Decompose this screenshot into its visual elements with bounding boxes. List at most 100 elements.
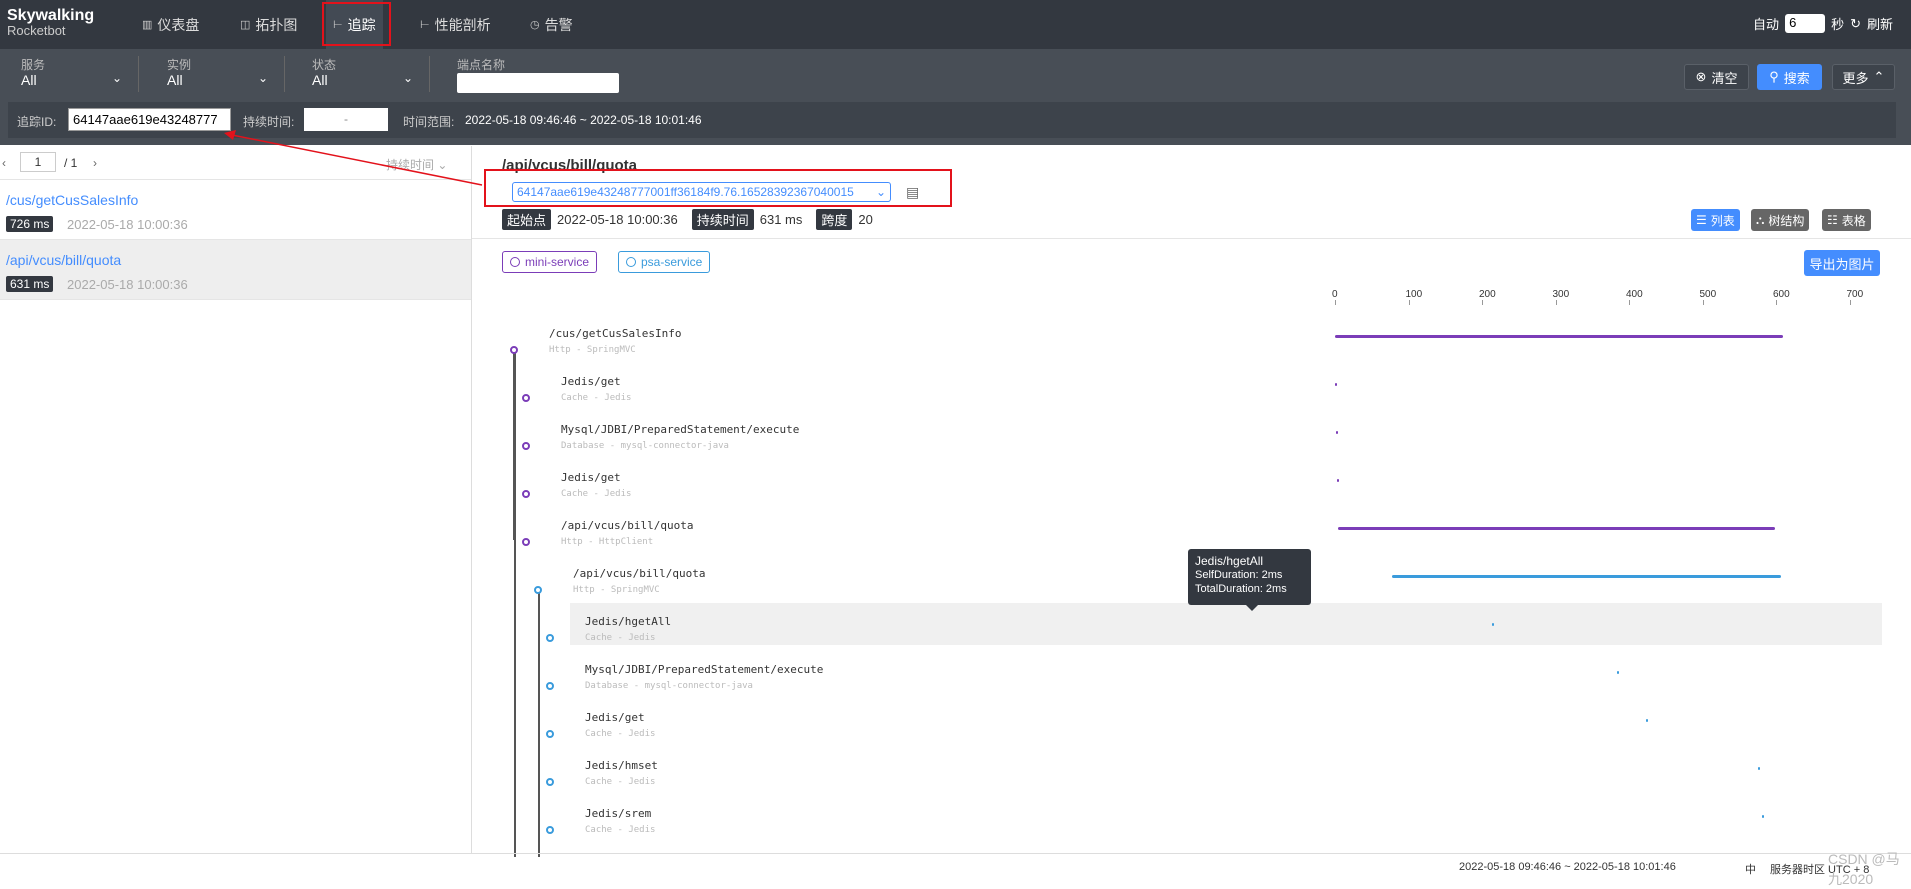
endpoint-label: 端点名称	[457, 58, 506, 72]
span-duration-bar[interactable]	[1336, 431, 1339, 434]
span-node-icon	[546, 826, 554, 834]
trace-item-time: 2022-05-18 10:00:36	[67, 277, 188, 292]
span-duration-bar[interactable]	[1762, 815, 1765, 818]
tree-icon: ⛬	[1756, 212, 1765, 227]
span-component: Database - mysql-connector-java	[585, 681, 753, 691]
alarm-icon: ◷	[530, 19, 540, 31]
span-row[interactable]: Jedis/hmset Cache - Jedis	[0, 747, 1911, 795]
start-tag: 起始点	[502, 209, 552, 230]
span-name: Mysql/JDBI/PreparedStatement/execute	[561, 423, 800, 436]
duration-label: 持续时间:	[243, 115, 295, 129]
nav-dashboard[interactable]: ▥ 仪表盘	[135, 0, 206, 49]
span-component: Cache - Jedis	[585, 825, 656, 835]
sort-select[interactable]: 持续时间 ⌄	[386, 156, 447, 173]
span-node-icon	[546, 634, 554, 642]
view-list-button[interactable]: ☰ 列表	[1691, 209, 1740, 231]
span-name: Mysql/JDBI/PreparedStatement/execute	[585, 663, 824, 676]
instance-label: 实例	[167, 58, 192, 72]
footer: 2022-05-18 09:46:46 ~ 2022-05-18 10:01:4…	[0, 853, 1911, 876]
span-tooltip: Jedis/hgetAll SelfDuration: 2ms TotalDur…	[1188, 549, 1311, 611]
nav-topology[interactable]: ◫ 拓扑图	[233, 0, 304, 49]
refresh-icon[interactable]: ↻	[1850, 16, 1861, 32]
more-button[interactable]: 更多 ⌃	[1832, 64, 1895, 90]
span-name: Jedis/hmset	[585, 759, 658, 772]
trace-list-item[interactable]: /cus/getCusSalesInfo 726 ms 2022-05-18 1…	[0, 180, 471, 240]
status-select[interactable]: 状态 All ⌄	[312, 56, 430, 92]
span-name: /api/vcus/bill/quota	[561, 519, 694, 532]
advanced-filter-row: 追踪ID: 64147aae619e43248777 持续时间: - 时间范围:…	[8, 102, 1896, 138]
span-row[interactable]: Jedis/get Cache - Jedis	[0, 459, 1911, 507]
search-button[interactable]: ⚲ 搜索	[1757, 64, 1822, 90]
duration-input[interactable]: -	[304, 108, 388, 131]
span-duration-bar[interactable]	[1335, 335, 1784, 338]
export-image-button[interactable]: 导出为图片	[1804, 250, 1880, 276]
service-legend-label: psa-service	[641, 255, 703, 269]
prev-page-icon[interactable]: ‹	[2, 156, 6, 170]
span-duration-bar[interactable]	[1335, 383, 1337, 386]
span-row[interactable]: Jedis/get Cache - Jedis	[0, 699, 1911, 747]
instance-value: All	[167, 72, 183, 88]
span-duration-bar[interactable]	[1757, 767, 1760, 770]
span-row[interactable]: Mysql/JDBI/PreparedStatement/execute Data…	[0, 651, 1911, 699]
topology-icon: ◫	[240, 19, 251, 31]
auto-interval-input[interactable]: 6	[1785, 14, 1826, 33]
span-row[interactable]: Jedis/get Cache - Jedis	[0, 363, 1911, 411]
endpoint-input[interactable]	[457, 73, 619, 93]
span-row[interactable]: /api/vcus/bill/quota Http - HttpClient	[0, 507, 1911, 555]
logo[interactable]: Skywalking Rocketbot	[7, 8, 94, 39]
refresh-button[interactable]: 刷新	[1867, 14, 1893, 33]
auto-label: 自动	[1753, 17, 1780, 32]
span-duration-bar[interactable]	[1616, 671, 1619, 674]
nav-profile[interactable]: ⊢ 性能剖析	[413, 0, 498, 49]
sort-label: 持续时间	[386, 158, 435, 172]
service-select[interactable]: 服务 All ⌄	[21, 56, 139, 92]
view-tree-button[interactable]: ⛬ 树结构	[1751, 209, 1810, 231]
span-row[interactable]: Jedis/srem Cache - Jedis	[0, 795, 1911, 843]
page-total: / 1	[64, 156, 78, 170]
span-component: Database - mysql-connector-java	[561, 441, 729, 451]
clear-label: 清空	[1711, 70, 1738, 86]
tooltip-self: SelfDuration: 2ms	[1195, 569, 1283, 581]
service-legend-psa[interactable]: psa-service	[618, 251, 711, 273]
tooltip-name: Jedis/hgetAll	[1195, 554, 1264, 568]
page-input[interactable]: 1	[20, 152, 56, 172]
trace-item-time: 2022-05-18 10:00:36	[67, 217, 188, 232]
trace-id-label: 追踪ID:	[17, 115, 57, 129]
axis-tick-mark	[1482, 300, 1483, 305]
nav-alarm[interactable]: ◷ 告警	[523, 0, 580, 49]
next-page-icon[interactable]: ›	[93, 156, 97, 170]
span-duration-bar[interactable]	[1336, 479, 1339, 482]
time-range-value[interactable]: 2022-05-18 09:46:46 ~ 2022-05-18 10:01:4…	[465, 113, 702, 127]
list-icon: ☰	[1696, 213, 1707, 227]
clear-button[interactable]: ⊗ 清空	[1684, 64, 1749, 90]
span-row[interactable]: Jedis/hgetAll Cache - Jedis	[0, 603, 1911, 651]
chevron-down-icon: ⌄	[402, 71, 413, 85]
instance-select[interactable]: 实例 All ⌄	[167, 56, 285, 92]
watermark: CSDN @马九2020	[1828, 851, 1900, 887]
span-duration-bar[interactable]	[1338, 527, 1776, 530]
span-component: Cache - Jedis	[585, 633, 656, 643]
chevron-up-icon: ⌃	[1873, 69, 1885, 84]
trace-id-input[interactable]: 64147aae619e43248777	[68, 108, 231, 131]
span-name: /cus/getCusSalesInfo	[549, 327, 682, 340]
view-table-button[interactable]: ☷ 表格	[1822, 209, 1871, 231]
span-duration-bar[interactable]	[1645, 719, 1648, 722]
axis-tick-mark	[1335, 300, 1336, 305]
span-count-value: 20	[858, 212, 873, 227]
span-count-tag: 跨度	[816, 209, 853, 230]
axis-tick-label: 200	[1479, 289, 1496, 300]
trace-list-item-selected[interactable]: /api/vcus/bill/quota 631 ms 2022-05-18 1…	[0, 240, 471, 300]
span-row[interactable]: Mysql/JDBI/PreparedStatement/execute Data…	[0, 411, 1911, 459]
logo-subtitle: Rocketbot	[7, 23, 66, 38]
span-name: Jedis/srem	[585, 807, 652, 820]
span-row[interactable]: /api/vcus/bill/quota Http - SpringMVC	[0, 555, 1911, 603]
tooltip-total: TotalDuration: 2ms	[1195, 583, 1287, 595]
span-node-icon	[522, 538, 530, 546]
profile-icon: ⊢	[420, 19, 430, 31]
span-component: Cache - Jedis	[561, 393, 632, 403]
span-node-icon	[510, 346, 518, 354]
service-legend-mini[interactable]: mini-service	[502, 251, 598, 273]
chevron-down-icon: ⌄	[111, 71, 122, 85]
span-duration-bar[interactable]	[1391, 575, 1782, 578]
span-row[interactable]: /cus/getCusSalesInfo Http - SpringMVC	[0, 315, 1911, 363]
